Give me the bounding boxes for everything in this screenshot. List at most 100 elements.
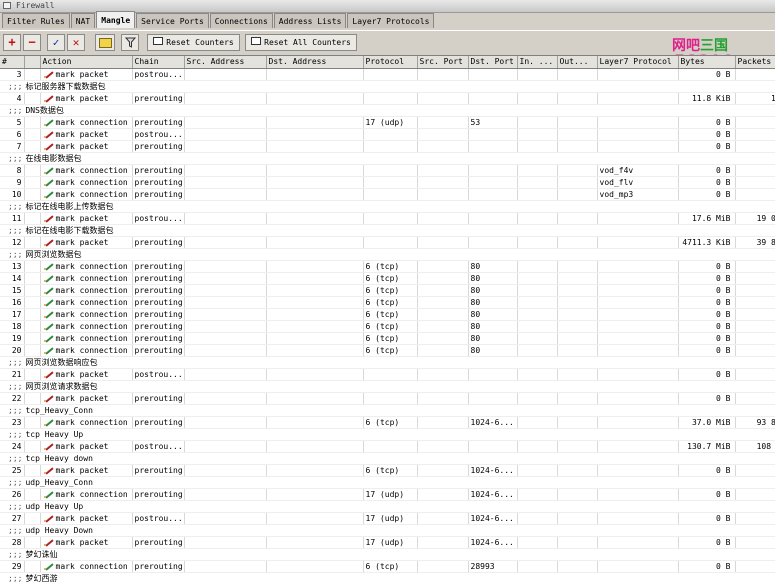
- rule-src-port: [417, 188, 469, 201]
- rule-flags: [24, 560, 41, 573]
- table-row[interactable]: 6 mark packet postrou... 0 B0: [0, 128, 775, 141]
- table-row[interactable]: 5 mark connection prerouting 17 (udp) 53 0 B0: [0, 116, 775, 129]
- table-row[interactable]: 8 mark connection prerouting vod_f4v0 B0: [0, 164, 775, 177]
- table-row[interactable]: 20 mark connection prerouting 6 (tcp) 80 0 B0: [0, 344, 775, 357]
- comment-row[interactable]: ;;; udp Heavy Down: [0, 524, 775, 537]
- rule-comment: ;;; 梦幻诛仙: [0, 548, 775, 561]
- comment-row[interactable]: ;;; 梦幻西游: [0, 572, 775, 584]
- table-row[interactable]: 24 mark packet postrou... 130.7 MiB108 36: [0, 440, 775, 453]
- add-button[interactable]: +: [3, 34, 21, 51]
- column-header-bytes[interactable]: Bytes: [678, 56, 736, 69]
- rule-bytes: 0 B: [678, 560, 736, 573]
- comment-row[interactable]: ;;; tcp Heavy Up: [0, 428, 775, 441]
- table-row[interactable]: 19 mark connection prerouting 6 (tcp) 80 0 B0: [0, 332, 775, 345]
- comment-row[interactable]: ;;; tcp Heavy down: [0, 452, 775, 465]
- comment-row[interactable]: ;;; 网页浏览请求数据包: [0, 380, 775, 393]
- rule-dst-port: 80: [468, 344, 518, 357]
- comment-row[interactable]: ;;; tcp_Heavy_Conn: [0, 404, 775, 417]
- table-row[interactable]: 16 mark connection prerouting 6 (tcp) 80 0 B0: [0, 296, 775, 309]
- tab-layer7-protocols[interactable]: Layer7 Protocols: [347, 13, 435, 28]
- action-label: mark connection: [55, 345, 128, 355]
- table-row[interactable]: 22 mark packet prerouting 0 B0: [0, 392, 775, 405]
- table-row[interactable]: 26 mark connection prerouting 17 (udp) 1024-…: [0, 488, 775, 501]
- table-row[interactable]: 3 mark packet postrou... 0 B0: [0, 68, 775, 81]
- mark-icon: [43, 166, 54, 174]
- comment-marker: ;;;: [8, 501, 23, 511]
- rule-out-interface: [557, 488, 598, 501]
- rule-chain: prerouting: [132, 260, 185, 273]
- comment-row[interactable]: ;;; 梦幻诛仙: [0, 548, 775, 561]
- comment-marker: ;;;: [8, 81, 23, 91]
- table-row[interactable]: 17 mark connection prerouting 6 (tcp) 80 0 B0: [0, 308, 775, 321]
- tab-mangle[interactable]: Mangle: [96, 11, 136, 28]
- table-row[interactable]: 25 mark packet prerouting 6 (tcp) 1024-6... 0…: [0, 464, 775, 477]
- reset-all-counters-button[interactable]: Reset All Counters: [245, 34, 357, 51]
- enable-button[interactable]: ✓: [47, 34, 65, 51]
- table-row[interactable]: 29 mark connection prerouting 6 (tcp) 28993 0…: [0, 560, 775, 573]
- rule-number: 16: [0, 296, 25, 309]
- column-header-src-port[interactable]: Src. Port: [417, 56, 469, 69]
- disable-button[interactable]: ✕: [67, 34, 85, 51]
- comment-row[interactable]: ;;; udp_Heavy_Conn: [0, 476, 775, 489]
- comment-row[interactable]: ;;; 网页浏览数据包: [0, 248, 775, 261]
- rule-action: mark packet: [40, 536, 133, 549]
- table-row[interactable]: 15 mark connection prerouting 6 (tcp) 80 0 B0: [0, 284, 775, 297]
- tab-address-lists[interactable]: Address Lists: [273, 13, 347, 28]
- column-header-dst-port[interactable]: Dst. Port: [468, 56, 518, 69]
- comment-row[interactable]: ;;; DNS数据包: [0, 104, 775, 117]
- comment-row[interactable]: ;;; 网页浏览数据响应包: [0, 356, 775, 369]
- comment-button[interactable]: [95, 34, 115, 51]
- rule-src-address: [184, 284, 267, 297]
- table-row[interactable]: 23 mark connection prerouting 6 (tcp) 1024-6…: [0, 416, 775, 429]
- comment-row[interactable]: ;;; udp Heavy Up: [0, 500, 775, 513]
- table-row[interactable]: 18 mark connection prerouting 6 (tcp) 80 0 B0: [0, 320, 775, 333]
- comment-row[interactable]: ;;; 标记在线电影下载数据包: [0, 224, 775, 237]
- rule-protocol: [363, 368, 418, 381]
- rule-layer7: [597, 512, 679, 525]
- column-header-layer7-protocol[interactable]: Layer7 Protocol: [597, 56, 679, 69]
- table-row[interactable]: 14 mark connection prerouting 6 (tcp) 80 0 B0: [0, 272, 775, 285]
- column-header-action[interactable]: Action: [40, 56, 133, 69]
- reset-counters-label: Reset Counters: [166, 38, 234, 47]
- rule-comment: ;;; udp Heavy Down: [0, 524, 775, 537]
- column-header-in-interface[interactable]: In. ...: [517, 56, 558, 69]
- column-header-enabled[interactable]: [24, 56, 41, 69]
- table-row[interactable]: 27 mark packet postrou... 17 (udp) 1024-6...…: [0, 512, 775, 525]
- tab-connections[interactable]: Connections: [209, 13, 273, 28]
- column-header-out-interface[interactable]: Out...: [557, 56, 598, 69]
- mark-icon: [43, 238, 54, 246]
- rule-dst-address: [266, 128, 364, 141]
- table-row[interactable]: 13 mark connection prerouting 6 (tcp) 80 0 B0: [0, 260, 775, 273]
- table-row[interactable]: 4 mark packet prerouting 11.8 KiB157: [0, 92, 775, 105]
- tab-nat[interactable]: NAT: [70, 13, 96, 28]
- rule-flags: [24, 188, 41, 201]
- column-header-protocol[interactable]: Protocol: [363, 56, 418, 69]
- table-row[interactable]: 10 mark connection prerouting vod_mp30 B0: [0, 188, 775, 201]
- comment-marker: ;;;: [8, 357, 23, 367]
- rule-action: mark packet: [40, 440, 133, 453]
- table-row[interactable]: 21 mark packet postrou... 0 B0: [0, 368, 775, 381]
- comment-row[interactable]: ;;; 标记服务器下载数据包: [0, 80, 775, 93]
- table-row[interactable]: 28 mark packet prerouting 17 (udp) 1024-6...…: [0, 536, 775, 549]
- column-header-dst-address[interactable]: Dst. Address: [266, 56, 364, 69]
- table-row[interactable]: 12 mark packet prerouting 4711.3 KiB39 820: [0, 236, 775, 249]
- column-header-number[interactable]: #: [0, 56, 25, 69]
- rule-chain: postrou...: [132, 440, 185, 453]
- tab-filter-rules[interactable]: Filter Rules: [2, 13, 70, 28]
- tab-service-ports[interactable]: Service Ports: [136, 13, 209, 28]
- table-row[interactable]: 9 mark connection prerouting vod_flv0 B0: [0, 176, 775, 189]
- remove-button[interactable]: −: [23, 34, 41, 51]
- column-header-packets[interactable]: Packets: [735, 56, 775, 69]
- rule-number: 7: [0, 140, 25, 153]
- comment-row[interactable]: ;;; 标记在线电影上传数据包: [0, 200, 775, 213]
- column-header-chain[interactable]: Chain: [132, 56, 185, 69]
- reset-counters-button[interactable]: Reset Counters: [147, 34, 240, 51]
- column-header-src-address[interactable]: Src. Address: [184, 56, 267, 69]
- comment-text: tcp Heavy Up: [25, 429, 84, 439]
- comment-row[interactable]: ;;; 在线电影数据包: [0, 152, 775, 165]
- table-row[interactable]: 11 mark packet postrou... 17.6 MiB19 050: [0, 212, 775, 225]
- rule-layer7: [597, 296, 679, 309]
- rule-dst-address: [266, 308, 364, 321]
- table-row[interactable]: 7 mark packet prerouting 0 B0: [0, 140, 775, 153]
- filter-button[interactable]: [121, 34, 139, 51]
